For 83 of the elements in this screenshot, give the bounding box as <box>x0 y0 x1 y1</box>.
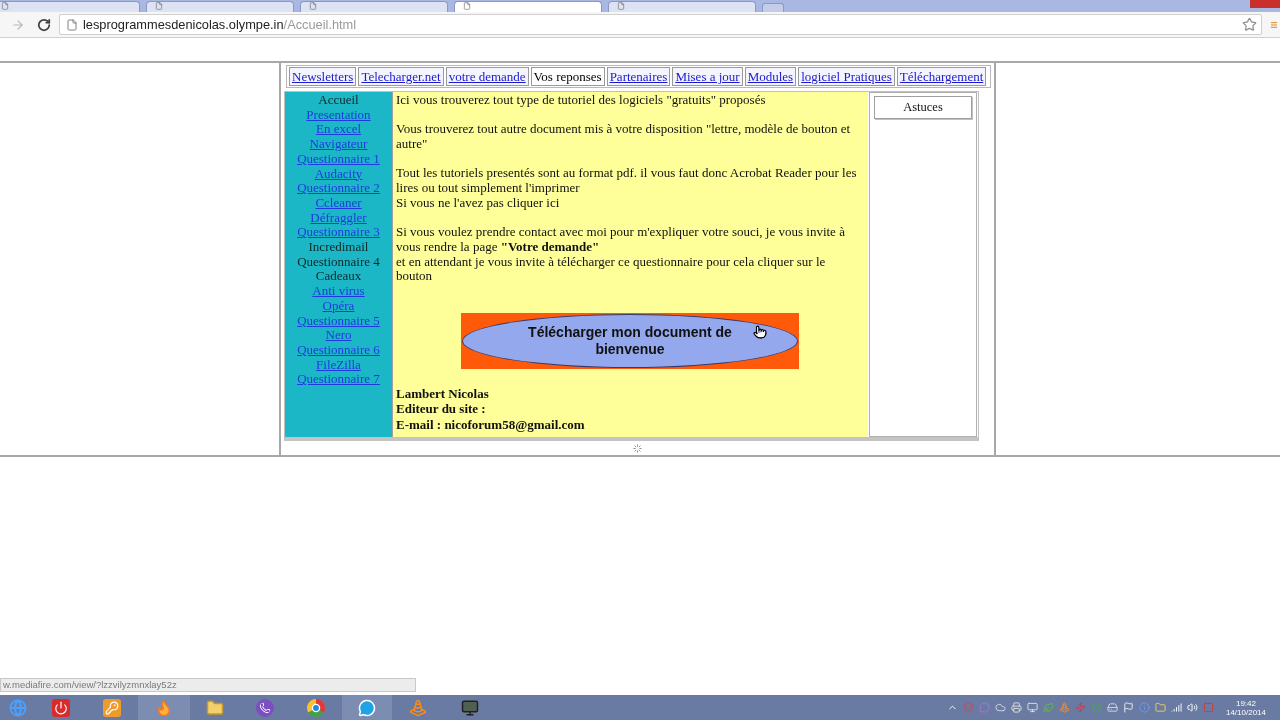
sidebar-link[interactable]: Défraggler <box>310 210 367 226</box>
paragraph-text: Vous trouverez tout autre document mis à votre disposition "lettre, modèle de bouton et autre" <box>396 122 852 152</box>
info-icon[interactable] <box>1138 702 1150 713</box>
browser-tab[interactable] <box>454 1 602 12</box>
folder-icon[interactable] <box>1154 702 1166 713</box>
browser-tab[interactable] <box>300 1 448 12</box>
folder-icon[interactable] <box>206 698 224 717</box>
nav-tab[interactable]: Modules <box>744 67 797 86</box>
download-button[interactable]: Télécharger mon document de bienvenue <box>461 313 799 370</box>
star-icon[interactable] <box>1242 17 1257 32</box>
page-icon <box>463 2 471 10</box>
sidebar-link[interactable]: Questionnaire 5 <box>297 313 380 329</box>
browser-tab[interactable] <box>608 1 756 12</box>
page-icon <box>617 2 625 10</box>
sidebar-link[interactable]: Nero <box>325 328 352 343</box>
nav-tab[interactable]: votre demande <box>445 67 529 86</box>
sidebar-link[interactable]: Questionnaire 6 <box>297 342 380 358</box>
drive-icon[interactable] <box>1106 702 1118 713</box>
sidebar-label: Incredimail <box>308 240 369 255</box>
nav-tab[interactable]: Téléchargement <box>896 67 987 86</box>
sidebar-link[interactable]: Questionnaire 3 <box>297 225 380 241</box>
paragraph-text: Ici vous trouverez tout type de tutoriel des logiciels "gratuits" proposés <box>396 93 767 108</box>
sidebar-link[interactable]: Anti virus <box>312 284 365 299</box>
cloud-icon[interactable] <box>994 702 1006 713</box>
power-icon[interactable] <box>52 698 70 717</box>
monitor-icon[interactable] <box>461 698 479 717</box>
sidebar-link[interactable]: Navigateur <box>309 137 368 152</box>
sidebar-label: Questionnaire 4 <box>297 254 380 270</box>
flag-icon[interactable] <box>1122 702 1134 713</box>
nav-tab[interactable]: Mises a jour <box>672 67 743 86</box>
tricolor-circle-icon[interactable] <box>307 698 325 717</box>
sidebar-link[interactable]: Ccleaner <box>315 195 362 211</box>
reload-icon[interactable] <box>37 17 51 32</box>
page-icon <box>309 2 317 10</box>
square-icon[interactable] <box>1202 702 1214 713</box>
nav-tab[interactable]: Vos reponses <box>530 67 605 86</box>
page-icon <box>66 18 78 31</box>
browser-tab[interactable] <box>146 1 294 12</box>
author-name: Lambert Nicolas <box>396 386 490 402</box>
browser-tab[interactable] <box>0 1 140 12</box>
email-text: E-mail : nicoforum58@gmail.com <box>396 417 586 434</box>
sidebar-label: Accueil <box>318 93 359 108</box>
sidebar-link[interactable]: Questionnaire 7 <box>297 372 380 388</box>
flame-icon[interactable] <box>155 698 173 717</box>
monitor-icon[interactable] <box>1026 702 1038 713</box>
nav-tab[interactable]: logiciel Pratiques <box>798 67 895 86</box>
url-text: lesprogrammesdenicolas.olympe.in/Accueil.html <box>83 15 357 34</box>
speaker-icon[interactable] <box>1186 702 1198 713</box>
sidebar-link[interactable]: Presentation <box>306 107 371 123</box>
forward-arrow-icon[interactable] <box>11 17 25 32</box>
sidebar-link[interactable]: FileZilla <box>316 357 361 373</box>
paragraph-text: Tout les tutoriels presentés sont au format pdf. il vous faut donc Acrobat Reader pour les lires ou tout simplement l'imprimer Si vous ne l'avez pas cliquer ici <box>396 166 858 211</box>
cone-icon[interactable] <box>1058 702 1070 713</box>
leaf-icon[interactable] <box>1042 702 1054 713</box>
shield-icon[interactable] <box>1090 702 1102 713</box>
clock-time: 19:42 <box>1235 698 1256 708</box>
lightning-icon[interactable] <box>1074 702 1086 713</box>
tips-button[interactable]: Astuces <box>874 96 972 119</box>
cone-icon[interactable] <box>409 698 427 717</box>
nav-tab[interactable]: Telecharger.net <box>358 67 444 86</box>
paragraph-text: Si vous voulez prendre contact avec moi pour m'expliquer votre souci, je vous invite à vous rendre la page "Votre demande" et en attendant je vous invite à télécharger ce questionnaire pour cela cliquer sur le bouton <box>396 225 846 285</box>
sidebar-link[interactable]: Audacity <box>314 166 363 182</box>
sidebar-link[interactable]: Questionnaire 1 <box>297 151 380 167</box>
new-tab-button[interactable] <box>762 3 784 12</box>
key-icon[interactable] <box>103 698 121 717</box>
address-field[interactable]: lesprogrammesdenicolas.olympe.in/Accueil.html <box>59 14 1262 35</box>
shield-icon[interactable] <box>962 702 974 713</box>
sidebar-link[interactable]: Questionnaire 2 <box>297 181 380 196</box>
sidebar-link[interactable]: Opéra <box>322 298 355 314</box>
sidebar-link[interactable]: En excel <box>315 122 362 138</box>
page-icon <box>155 2 163 10</box>
page-icon <box>1 2 9 10</box>
publisher-label: Editeur du site : <box>396 401 487 418</box>
spinner-icon <box>633 443 642 453</box>
sidebar-label: Cadeaux <box>315 269 362 285</box>
printer-icon[interactable] <box>1010 702 1022 713</box>
phone-icon[interactable] <box>256 698 274 717</box>
nav-tab[interactable]: Newsletters <box>289 67 357 86</box>
globe-icon[interactable] <box>9 698 27 717</box>
nav-tab[interactable]: Partenaires <box>606 67 671 86</box>
status-bubble: w.mediafire.com/view/?lzzvilyzmnxlay52z <box>0 678 416 692</box>
clock-date: 14/10/2014 <box>1225 707 1266 717</box>
signal-bars-icon[interactable] <box>1170 702 1182 713</box>
